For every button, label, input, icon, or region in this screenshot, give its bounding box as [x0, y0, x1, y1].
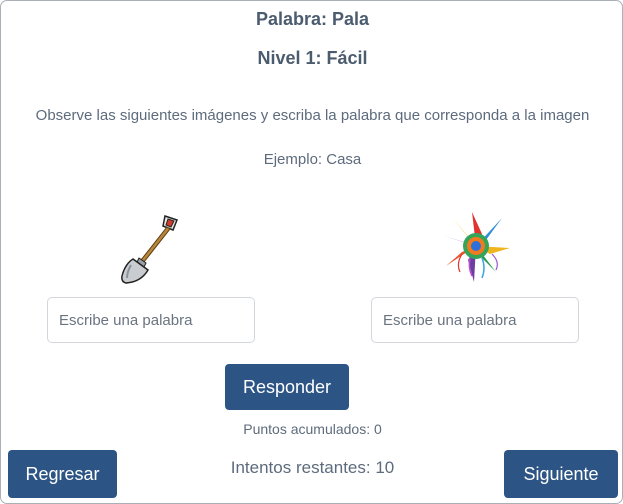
word-input-1[interactable]: [47, 297, 255, 343]
next-button[interactable]: Siguiente: [504, 450, 618, 498]
shovel-icon: [113, 212, 189, 288]
respond-button[interactable]: Responder: [225, 364, 349, 410]
pinata-icon: [438, 210, 514, 286]
game-card: Palabra: Pala Nivel 1: Fácil Observe las…: [0, 0, 623, 504]
word-title: Palabra: Pala: [255, 9, 370, 29]
points-counter: Puntos acumulados: 0: [243, 421, 382, 437]
example-text: Ejemplo: Casa: [263, 151, 362, 168]
word-input-2[interactable]: [371, 297, 579, 343]
instructions-text: Observe las siguientes imágenes y escrib…: [35, 107, 590, 124]
level-title: Nivel 1: Fácil: [257, 48, 368, 68]
